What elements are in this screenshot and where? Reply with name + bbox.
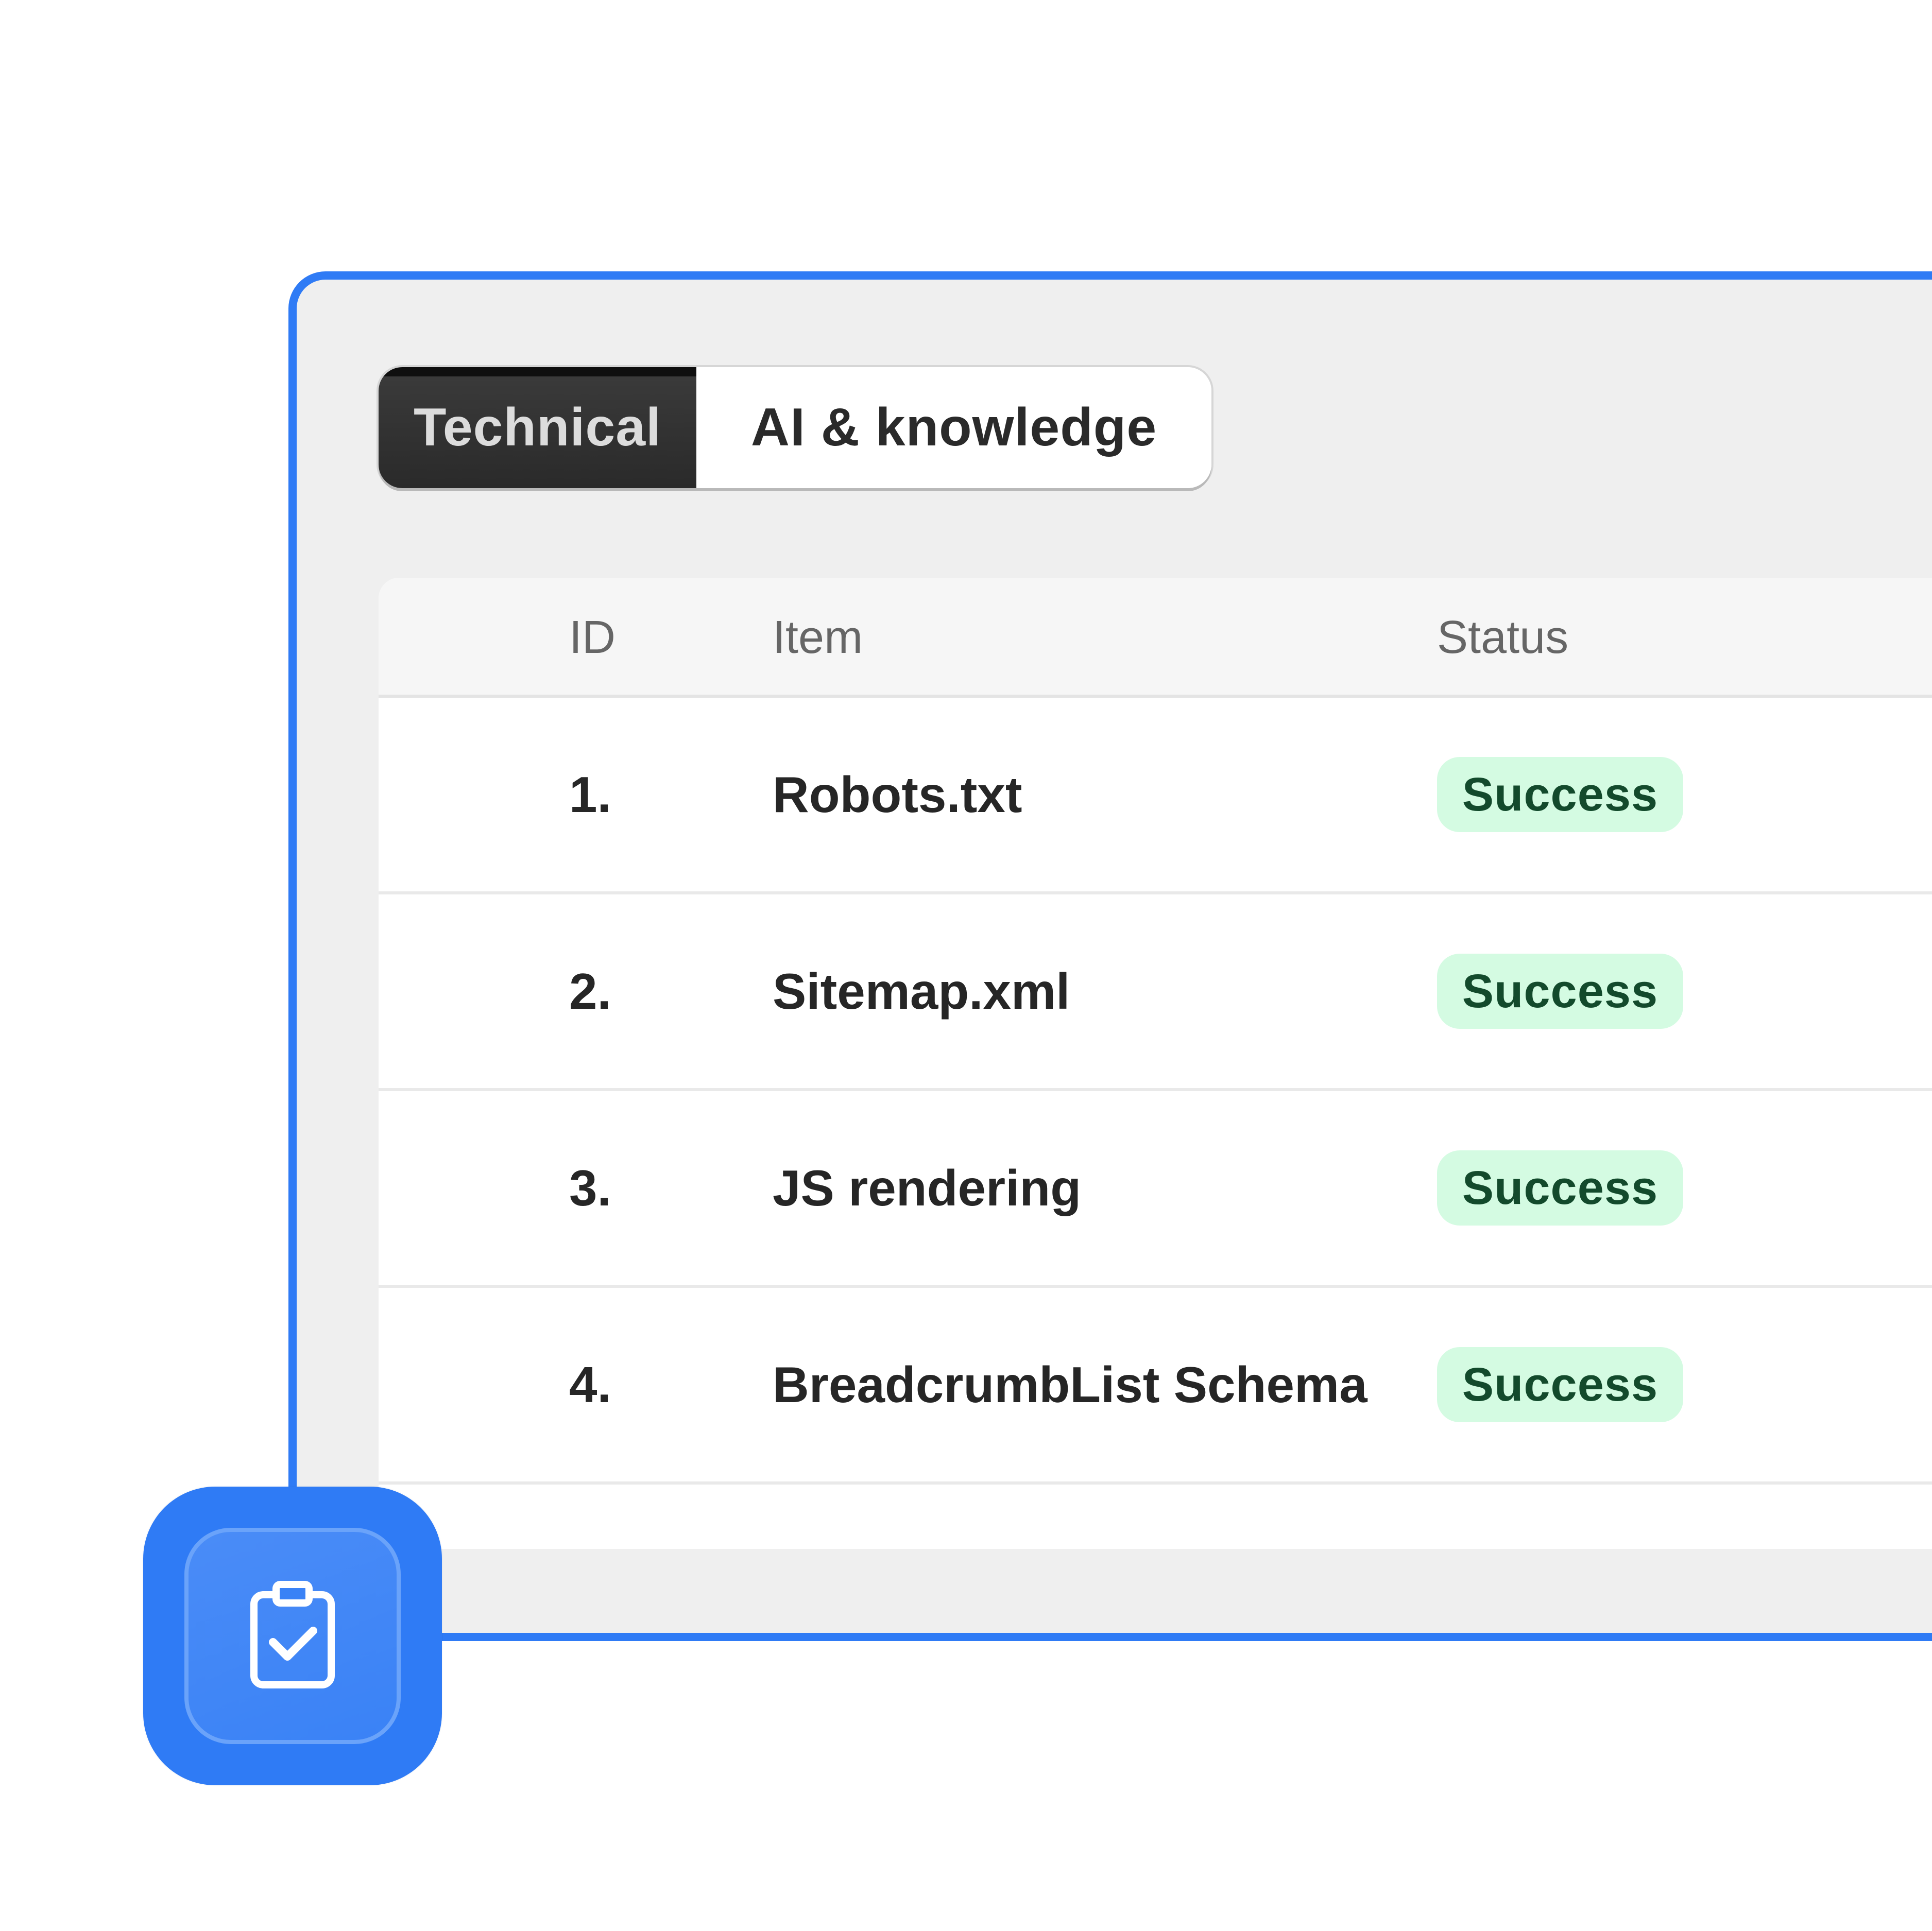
tab-ai-knowledge[interactable]: AI & knowledge xyxy=(696,367,1211,488)
header-id: ID xyxy=(569,612,615,663)
row-id: 3. xyxy=(569,1160,611,1216)
category-tabs: Technical AI & knowledge xyxy=(379,367,1211,488)
table-row[interactable]: 3. JS rendering Success xyxy=(379,1091,1932,1288)
clipboard-check-icon xyxy=(250,1581,335,1688)
table-header: ID Item Status xyxy=(379,578,1932,698)
row-item: Robots.txt xyxy=(773,766,1022,823)
tab-technical[interactable]: Technical xyxy=(379,367,696,488)
audit-table: ID Item Status 1. Robots.txt Success 2. … xyxy=(379,578,1932,1549)
table-row[interactable]: 1. Robots.txt Success xyxy=(379,698,1932,894)
row-id: 1. xyxy=(569,766,611,823)
status-badge: Success xyxy=(1437,757,1683,832)
header-item: Item xyxy=(773,612,863,663)
row-item: Sitemap.xml xyxy=(773,963,1070,1020)
row-id: 4. xyxy=(569,1356,611,1413)
row-id: 2. xyxy=(569,963,611,1020)
clipboard-tile-inner xyxy=(184,1528,401,1744)
canvas: Technical AI & knowledge ID Item Status … xyxy=(0,0,1932,1931)
status-badge: Success xyxy=(1437,1150,1683,1226)
row-item: BreadcrumbList Schema xyxy=(773,1356,1367,1413)
table-row[interactable]: 2. Sitemap.xml Success xyxy=(379,894,1932,1091)
status-badge: Success xyxy=(1437,1347,1683,1422)
clipboard-tile xyxy=(143,1487,442,1785)
row-item: JS rendering xyxy=(773,1160,1082,1216)
status-badge: Success xyxy=(1437,954,1683,1029)
header-status: Status xyxy=(1437,612,1569,663)
table-row[interactable]: 4. BreadcrumbList Schema Success xyxy=(379,1288,1932,1485)
